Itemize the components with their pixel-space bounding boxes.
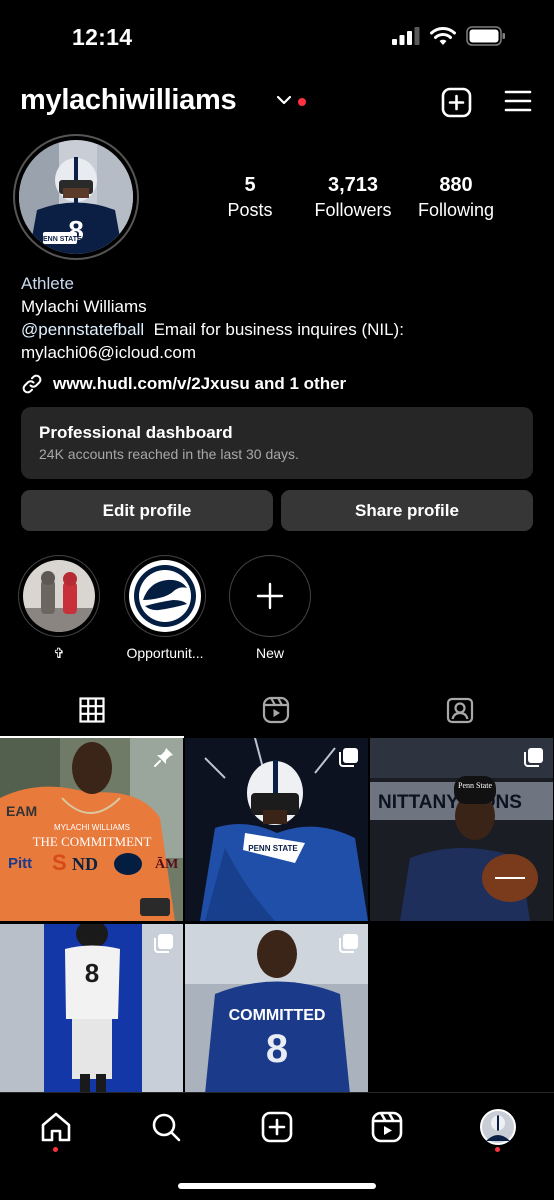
svg-text:PENN STATE: PENN STATE — [38, 236, 82, 243]
highlight-new[interactable]: New — [229, 555, 311, 661]
share-profile-button[interactable]: Share profile — [281, 490, 533, 531]
grid-icon — [79, 697, 105, 723]
bio-line: Email for business inquires (NIL): — [153, 320, 404, 339]
create-icon — [261, 1111, 293, 1143]
chevron-down-icon[interactable] — [276, 94, 292, 106]
svg-text:ND: ND — [72, 854, 98, 874]
avatar-photo: 8 PENN STATE — [19, 140, 133, 254]
status-icons — [392, 26, 506, 46]
bio-text: @pennstatefball Email for business inqui… — [21, 318, 541, 341]
highlight-label: Opportunit... — [126, 645, 204, 661]
search-icon — [152, 1113, 181, 1142]
post-cap-text: Penn State — [458, 781, 492, 790]
dashboard-subtitle: 24K accounts reached in the last 30 days… — [39, 446, 299, 462]
post-thumbnail-helmet[interactable]: PENN STATE — [185, 738, 368, 921]
nav-home[interactable] — [36, 1107, 76, 1147]
svg-text:8: 8 — [266, 1027, 288, 1071]
tab-reels[interactable] — [184, 682, 368, 738]
multi-post-icon — [524, 748, 543, 767]
following-count: 880 — [439, 174, 473, 196]
post-overlay-committed: COMMITTED — [229, 1007, 326, 1024]
following-stat[interactable]: 880 Following — [406, 174, 506, 221]
home-indicator — [178, 1183, 376, 1189]
nav-profile[interactable] — [478, 1107, 518, 1147]
multi-post-icon — [339, 748, 358, 767]
status-bar: 12:14 — [0, 0, 554, 76]
post-thumbnail-commitment[interactable]: EAM MYLACHI WILLIAMS THE COMMITMENT Pitt… — [0, 738, 183, 921]
profile-link-text: www.hudl.com/v/2Jxusu and 1 other — [53, 374, 347, 393]
svg-text:EAM: EAM — [6, 803, 37, 819]
tagged-user-icon — [446, 697, 474, 724]
highlight-label: New — [255, 645, 284, 661]
multi-post-icon — [154, 934, 173, 953]
posts-count: 5 — [244, 174, 256, 196]
profile-avatar[interactable]: 8 PENN STATE — [13, 134, 139, 260]
multi-post-icon — [339, 934, 358, 953]
followers-count: 3,713 — [327, 174, 379, 196]
svg-text:S: S — [52, 850, 67, 875]
post-thumbnail-uniform[interactable]: 8 — [0, 924, 183, 1094]
bio-email[interactable]: mylachi06@icloud.com — [21, 341, 541, 364]
svg-text:Pitt: Pitt — [8, 855, 32, 872]
posts-stat[interactable]: 5 Posts — [210, 174, 290, 221]
professional-dashboard[interactable]: Professional dashboard 24K accounts reac… — [21, 407, 533, 479]
link-icon — [22, 374, 42, 394]
bio-mention-link[interactable]: @pennstatefball — [21, 320, 144, 339]
reels-icon — [371, 1111, 403, 1143]
post-jersey-number: 8 — [85, 958, 99, 988]
profile-header: mylachiwilliams — [0, 80, 554, 126]
profile-link[interactable]: www.hudl.com/v/2Jxusu and 1 other — [21, 373, 346, 395]
menu-icon[interactable] — [504, 89, 532, 113]
edit-profile-button[interactable]: Edit profile — [21, 490, 273, 531]
penn-state-logo-icon — [129, 560, 201, 632]
reels-icon — [262, 696, 290, 724]
post-thumbnail-nittany-lions[interactable]: NITTANY LIONS Penn State — [370, 738, 553, 921]
highlight-label: ✞ — [53, 645, 65, 661]
wifi-icon — [430, 26, 456, 45]
dashboard-title: Professional dashboard — [39, 423, 233, 442]
create-post-icon[interactable] — [441, 87, 472, 118]
post-banner-text: NITTANY LIONS — [378, 792, 522, 813]
notification-dot — [298, 98, 306, 106]
following-label: Following — [417, 200, 495, 220]
home-icon — [41, 1112, 71, 1142]
highlight-cover-ring — [18, 555, 100, 637]
new-highlight-circle — [229, 555, 311, 637]
pin-icon — [154, 748, 173, 767]
highlight-cover — [23, 560, 95, 632]
tab-tagged[interactable] — [368, 682, 552, 738]
followers-stat[interactable]: 3,713 Followers — [303, 174, 403, 221]
home-notification-dot — [53, 1147, 58, 1152]
tab-posts-grid[interactable] — [0, 682, 184, 738]
profile-bio: Athlete Mylachi Williams @pennstatefball… — [21, 272, 541, 364]
post-jersey-text: PENN STATE — [248, 844, 298, 853]
status-time: 12:14 — [72, 24, 133, 50]
battery-icon — [466, 26, 505, 46]
profile-tabs — [0, 682, 554, 738]
post-thumbnail-committed[interactable]: 8 COMMITTED — [185, 924, 368, 1094]
username-switcher[interactable]: mylachiwilliams — [20, 84, 237, 117]
post-overlay-title: THE COMMITMENT — [33, 834, 152, 849]
nav-create[interactable] — [257, 1107, 297, 1147]
highlight-opportunities[interactable]: Opportunit... — [124, 555, 206, 661]
svg-text:ĀM: ĀM — [155, 856, 178, 872]
profile-avatar-icon — [480, 1109, 516, 1145]
profile-notification-dot — [495, 1147, 500, 1152]
profile-name: Mylachi Williams — [21, 297, 147, 316]
nav-search[interactable] — [146, 1107, 186, 1147]
posts-label: Posts — [227, 200, 273, 220]
post-overlay-name: MYLACHI WILLIAMS — [54, 823, 130, 832]
followers-label: Followers — [314, 200, 392, 220]
profile-category: Athlete — [21, 274, 74, 293]
highlight-cross[interactable]: ✞ — [18, 555, 100, 662]
plus-icon — [256, 582, 284, 610]
nav-reels[interactable] — [367, 1107, 407, 1147]
signal-icon — [392, 27, 420, 45]
highlight-cover-ring — [124, 555, 206, 637]
